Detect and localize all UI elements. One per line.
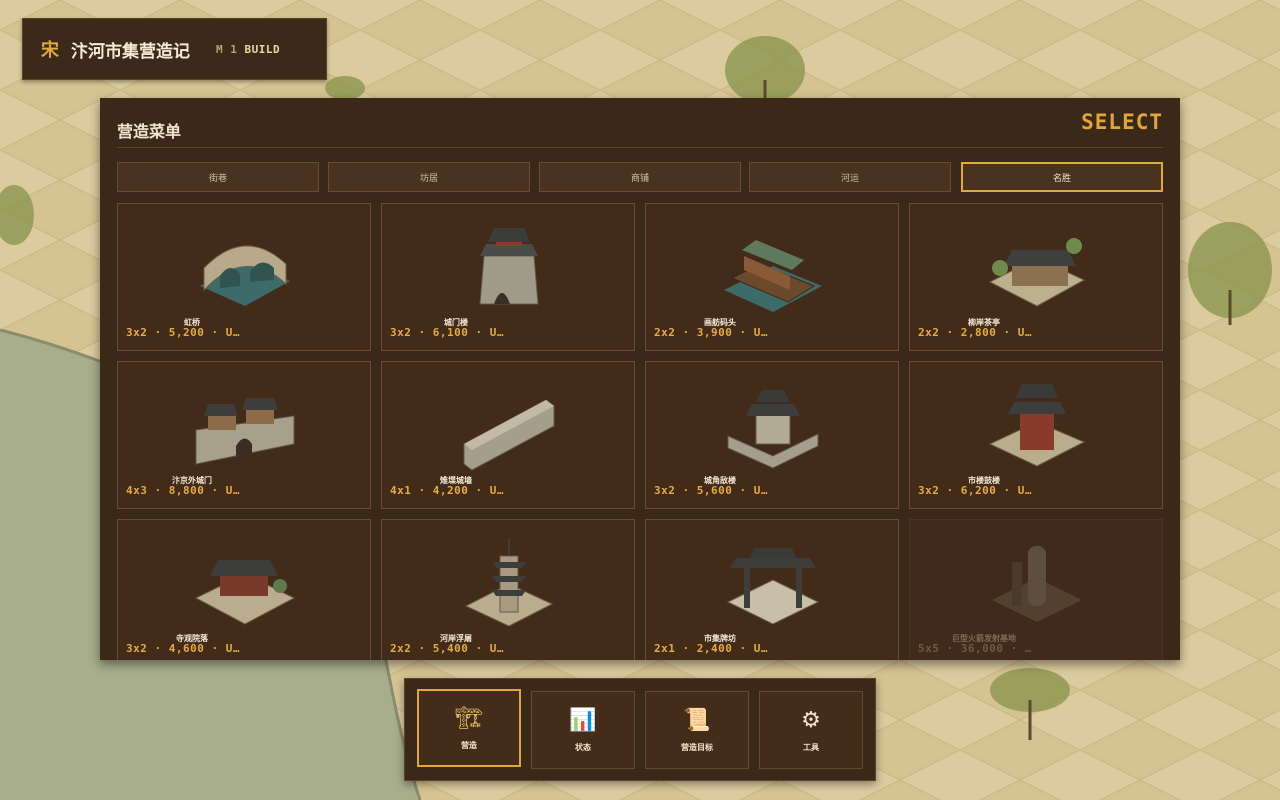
scroll-icon: 📜 bbox=[683, 707, 711, 733]
corner-watchtower-icon bbox=[727, 390, 819, 469]
panel-title: 营造菜单 bbox=[117, 122, 182, 141]
gear-icon: ⚙ bbox=[801, 707, 821, 733]
building-card-tea-pavilion[interactable]: 柳岸茶亭 2x2 · 2,800 · U… bbox=[909, 203, 1163, 351]
building-stats: 2x2 · 3,900 · U… bbox=[654, 326, 768, 339]
building-card-drum-tower[interactable]: 市楼鼓楼 3x2 · 6,200 · U… bbox=[909, 361, 1163, 509]
building-card-crenellated-wall[interactable]: 雉堞城墙 4x1 · 4,200 · U… bbox=[381, 361, 635, 509]
status-tool-label: 状态 bbox=[575, 742, 591, 752]
pleasure-boat-pier-icon bbox=[724, 240, 822, 312]
building-card-rainbow-bridge[interactable]: 虹桥 3x2 · 5,200 · U… bbox=[117, 203, 371, 351]
building-stats: 3x2 · 5,200 · U… bbox=[126, 326, 240, 339]
building-card-outer-city-gate[interactable]: 汴京外城门 4x3 · 8,800 · U… bbox=[117, 361, 371, 509]
mode-prefix: M 1 bbox=[216, 42, 238, 56]
riverside-pagoda-icon bbox=[464, 538, 554, 627]
mode-label: BUILD bbox=[244, 42, 281, 56]
build-tool-label: 营造 bbox=[461, 740, 477, 750]
build-menu-panel: 营造菜单 SELECT 街巷 坊居 商铺 河运 名胜 虹桥 3x2 · 5,20… bbox=[100, 98, 1180, 660]
building-card-market-archway[interactable]: 市集牌坊 2x1 · 2,400 · U… bbox=[645, 519, 899, 660]
tab-residences[interactable]: 坊居 bbox=[328, 162, 530, 192]
building-card-riverside-pagoda[interactable]: 河岸浮屠 2x2 · 5,400 · U… bbox=[381, 519, 635, 660]
building-stats: 4x3 · 8,800 · U… bbox=[126, 484, 240, 497]
building-card-corner-watchtower[interactable]: 城角敌楼 3x2 · 5,600 · U… bbox=[645, 361, 899, 509]
tools-label: 工具 bbox=[803, 742, 819, 752]
building-stats: 4x1 · 4,200 · U… bbox=[390, 484, 504, 497]
mode-indicator: M 1 BUILD bbox=[216, 43, 280, 56]
building-stats: 2x2 · 2,800 · U… bbox=[918, 326, 1032, 339]
outer-city-gate-icon bbox=[195, 398, 295, 465]
tab-landmarks[interactable]: 名胜 bbox=[961, 162, 1163, 192]
tools-button[interactable]: ⚙ 工具 bbox=[759, 691, 863, 769]
building-stats: 3x2 · 6,100 · U… bbox=[390, 326, 504, 339]
building-card-boat-pier[interactable]: 画舫码头 2x2 · 3,900 · U… bbox=[645, 203, 899, 351]
building-stats: 3x2 · 4,600 · U… bbox=[126, 642, 240, 655]
crane-icon: 🏗 bbox=[455, 705, 483, 731]
building-stats: 5x5 · 36,000 · … bbox=[918, 642, 1032, 655]
bar-chart-icon: 📊 bbox=[569, 707, 597, 733]
select-label: SELECT bbox=[1081, 110, 1163, 134]
drum-tower-icon bbox=[988, 384, 1086, 467]
building-stats: 3x2 · 6,200 · U… bbox=[918, 484, 1032, 497]
crenellated-wall-icon bbox=[463, 399, 555, 471]
building-card-rocket-base-locked[interactable]: 巨型火箭发射基地 5x5 · 36,000 · … bbox=[909, 519, 1163, 660]
temple-courtyard-icon bbox=[194, 560, 296, 625]
bottom-toolbar: 🏗 营造 📊 状态 📜 营造目标 ⚙ 工具 bbox=[404, 678, 876, 781]
building-stats: 2x1 · 2,400 · U… bbox=[654, 642, 768, 655]
tab-river-transport[interactable]: 河运 bbox=[749, 162, 951, 192]
market-archway-icon bbox=[726, 548, 820, 625]
category-tabs: 街巷 坊居 商铺 河运 名胜 bbox=[117, 162, 1163, 192]
tab-streets[interactable]: 街巷 bbox=[117, 162, 319, 192]
city-title: 汴河市集营造记 bbox=[71, 41, 190, 62]
goals-tool-button[interactable]: 📜 营造目标 bbox=[645, 691, 749, 769]
goals-tool-label: 营造目标 bbox=[681, 742, 713, 752]
tab-shops[interactable]: 商铺 bbox=[539, 162, 741, 192]
panel-header: 营造菜单 SELECT bbox=[117, 98, 1163, 148]
rocket-launch-base-icon bbox=[992, 546, 1082, 622]
arch-bridge-icon bbox=[200, 245, 290, 306]
tea-pavilion-icon bbox=[988, 238, 1086, 307]
city-title-plate: 宋 汴河市集营造记 M 1 BUILD bbox=[22, 18, 327, 80]
build-tool-button[interactable]: 🏗 营造 bbox=[417, 689, 521, 767]
building-stats: 3x2 · 5,600 · U… bbox=[654, 484, 768, 497]
building-stats: 2x2 · 5,400 · U… bbox=[390, 642, 504, 655]
gate-tower-icon bbox=[479, 228, 539, 305]
building-card-temple-courtyard[interactable]: 寺观院落 3x2 · 4,600 · U… bbox=[117, 519, 371, 660]
status-tool-button[interactable]: 📊 状态 bbox=[531, 691, 635, 769]
dynasty-mark: 宋 bbox=[41, 40, 59, 61]
building-card-gate-tower[interactable]: 城门楼 3x2 · 6,100 · U… bbox=[381, 203, 635, 351]
